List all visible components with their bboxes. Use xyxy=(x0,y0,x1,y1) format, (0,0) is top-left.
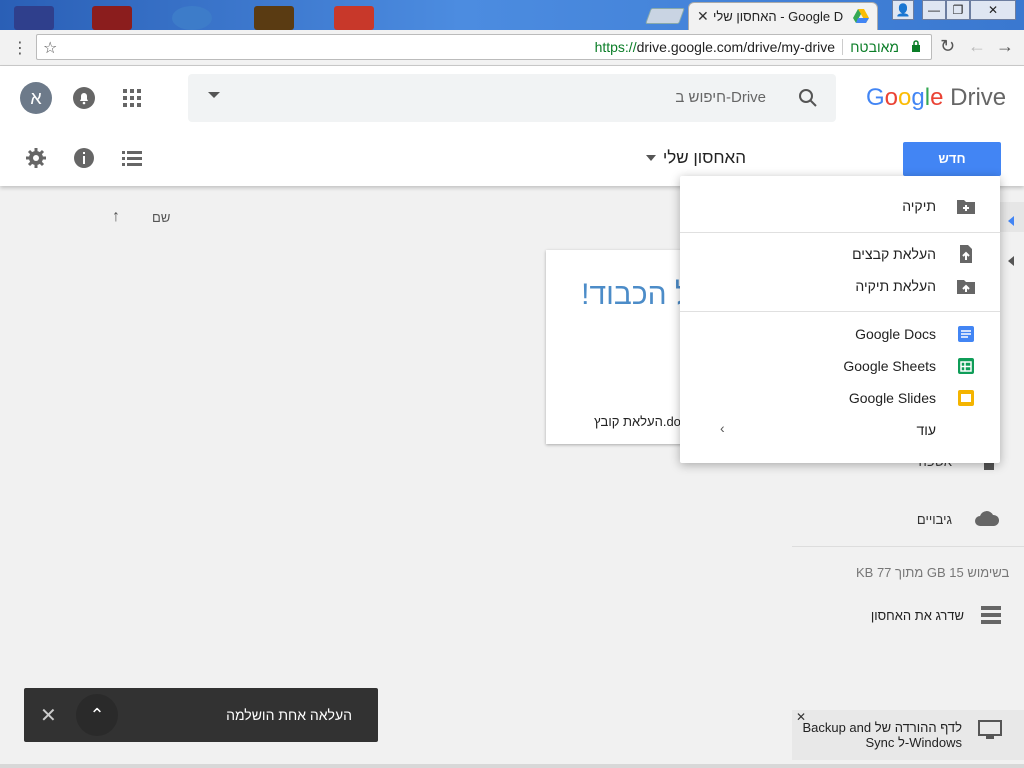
upgrade-storage-link[interactable]: שדרג את האחסון xyxy=(871,608,964,623)
upload-folder-icon xyxy=(957,280,975,294)
menu-item-label: Google Docs xyxy=(855,326,936,342)
menu-item-label: עוד xyxy=(916,422,936,438)
breadcrumb[interactable]: האחסון שלי xyxy=(663,148,746,168)
menu-item-label: Google Slides xyxy=(848,390,936,406)
menu-item-label: העלאת קבצים xyxy=(852,246,936,262)
chevron-left-icon: ‹ xyxy=(720,420,725,436)
sort-label: שם xyxy=(152,210,171,225)
close-tab-icon[interactable]: ✕ xyxy=(697,8,709,25)
search-box[interactable]: חיפוש ב-Drive xyxy=(188,74,836,122)
menu-item-google-docs[interactable]: Google Docs xyxy=(680,318,1000,350)
expand-arrow-icon[interactable] xyxy=(1008,256,1014,266)
taskbar-app-icon[interactable] xyxy=(14,6,54,30)
search-input[interactable]: חיפוש ב-Drive xyxy=(675,89,766,106)
taskbar-app-icon[interactable] xyxy=(92,6,132,30)
sort-arrow-up-icon[interactable]: ↑ xyxy=(112,208,120,225)
address-toolbar: ⋮ ☆ https://drive.google.com/drive/my-dr… xyxy=(0,30,1024,66)
cloud-icon xyxy=(975,511,1000,526)
logo-letter: o xyxy=(898,84,912,111)
close-window-button[interactable]: ✕ xyxy=(970,0,1016,20)
sort-header[interactable]: ↑ שם xyxy=(112,208,170,226)
menu-item-more[interactable]: עוד ‹ xyxy=(680,414,1000,446)
google-drive-logo[interactable]: Google Drive xyxy=(866,84,1006,112)
menu-dots-icon[interactable]: ⋮ xyxy=(12,38,28,58)
bookmark-star-icon[interactable]: ☆ xyxy=(43,38,57,58)
reload-icon[interactable]: ↻ xyxy=(940,36,955,57)
search-icon[interactable] xyxy=(798,88,818,108)
promo-line-2: Sync ל-Windows xyxy=(865,735,962,750)
info-icon[interactable] xyxy=(72,146,96,170)
logo-letter: o xyxy=(884,84,899,111)
restore-button[interactable]: ❐ xyxy=(946,0,970,20)
sidebar-divider xyxy=(792,546,1024,547)
url-text: https://drive.google.com/drive/my-drive xyxy=(594,39,835,55)
new-tab-button[interactable] xyxy=(645,8,685,24)
taskbar-app-icon[interactable] xyxy=(334,6,374,30)
omnibox-separator xyxy=(842,39,843,55)
omnibox[interactable]: ☆ https://drive.google.com/drive/my-driv… xyxy=(36,34,932,60)
taskbar-app-icon[interactable] xyxy=(172,6,212,30)
menu-item-label: העלאת תיקיה xyxy=(855,278,936,294)
secure-label: מאובטח xyxy=(850,39,899,55)
backup-sync-promo[interactable]: ✕ Backup and לדף ההורדה של Sync ל-Window… xyxy=(792,710,1024,760)
new-folder-icon xyxy=(957,200,975,214)
google-slides-icon xyxy=(958,390,974,406)
avatar[interactable]: א xyxy=(20,82,52,114)
menu-divider xyxy=(680,311,1000,312)
window-titlebar: ✕ האחסון שלי - Google Drive 👤 — ❐ ✕ xyxy=(0,0,1024,30)
monitor-icon xyxy=(978,720,1002,739)
notifications-icon[interactable] xyxy=(72,86,96,110)
minimize-button[interactable]: — xyxy=(922,0,946,20)
menu-item-label: Google Sheets xyxy=(843,358,936,374)
drive-wordmark: Drive xyxy=(950,84,1007,111)
lock-icon xyxy=(912,40,920,52)
menu-item-folder[interactable]: תיקיה xyxy=(680,190,1000,222)
expand-arrow-icon[interactable] xyxy=(1008,216,1014,226)
forward-icon[interactable]: ← xyxy=(968,36,986,57)
taskbar-edge xyxy=(0,764,1024,768)
toast-message: העלאה אחת הושלמה xyxy=(226,707,352,723)
user-icon[interactable]: 👤 xyxy=(892,0,914,20)
storage-bars-icon xyxy=(981,606,1001,624)
drive-favicon-icon xyxy=(853,9,869,23)
menu-item-upload-folder[interactable]: העלאת תיקיה xyxy=(680,270,1000,302)
sidebar-item-label: גיבויים xyxy=(916,512,952,527)
new-button[interactable]: חדש xyxy=(903,142,1001,176)
drive-header: א חיפוש ב-Drive Google Drive האחסון שלי … xyxy=(0,66,1024,186)
close-icon[interactable]: ✕ xyxy=(40,703,57,728)
promo-line-1: Backup and לדף ההורדה של xyxy=(802,720,962,735)
menu-item-label: תיקיה xyxy=(902,198,936,214)
logo-letter: G xyxy=(866,84,885,111)
menu-item-google-slides[interactable]: Google Slides xyxy=(680,382,1000,414)
menu-item-upload-files[interactable]: העלאת קבצים xyxy=(680,238,1000,270)
menu-item-google-sheets[interactable]: Google Sheets xyxy=(680,350,1000,382)
settings-gear-icon[interactable] xyxy=(24,146,48,170)
google-sheets-icon xyxy=(958,358,974,374)
back-icon[interactable]: → xyxy=(996,36,1014,57)
google-docs-icon xyxy=(958,326,974,342)
list-view-icon[interactable] xyxy=(120,146,144,170)
upload-file-icon xyxy=(960,245,972,263)
search-options-caret-icon[interactable] xyxy=(208,92,220,98)
logo-letter: g xyxy=(911,84,925,111)
google-wordmark: Google xyxy=(866,84,943,111)
new-menu: תיקיה העלאת קבצים העלאת תיקיה Google Doc… xyxy=(680,176,1000,463)
breadcrumb-caret-icon[interactable] xyxy=(646,155,656,161)
tab-title: האחסון שלי - Google Drive xyxy=(713,9,843,24)
file-name: העלאת קובץ.docx xyxy=(594,414,694,429)
upload-toast: ✕ ⌃ העלאה אחת הושלמה xyxy=(24,688,378,742)
browser-tab[interactable]: ✕ האחסון שלי - Google Drive xyxy=(688,2,878,30)
taskbar-app-icon[interactable] xyxy=(254,6,294,30)
storage-usage: KB 77 מתוך GB 15 בשימוש xyxy=(856,565,1010,580)
menu-divider xyxy=(680,232,1000,233)
logo-letter: e xyxy=(930,84,944,111)
expand-up-icon[interactable]: ⌃ xyxy=(76,694,118,736)
apps-grid-icon[interactable] xyxy=(120,86,144,110)
